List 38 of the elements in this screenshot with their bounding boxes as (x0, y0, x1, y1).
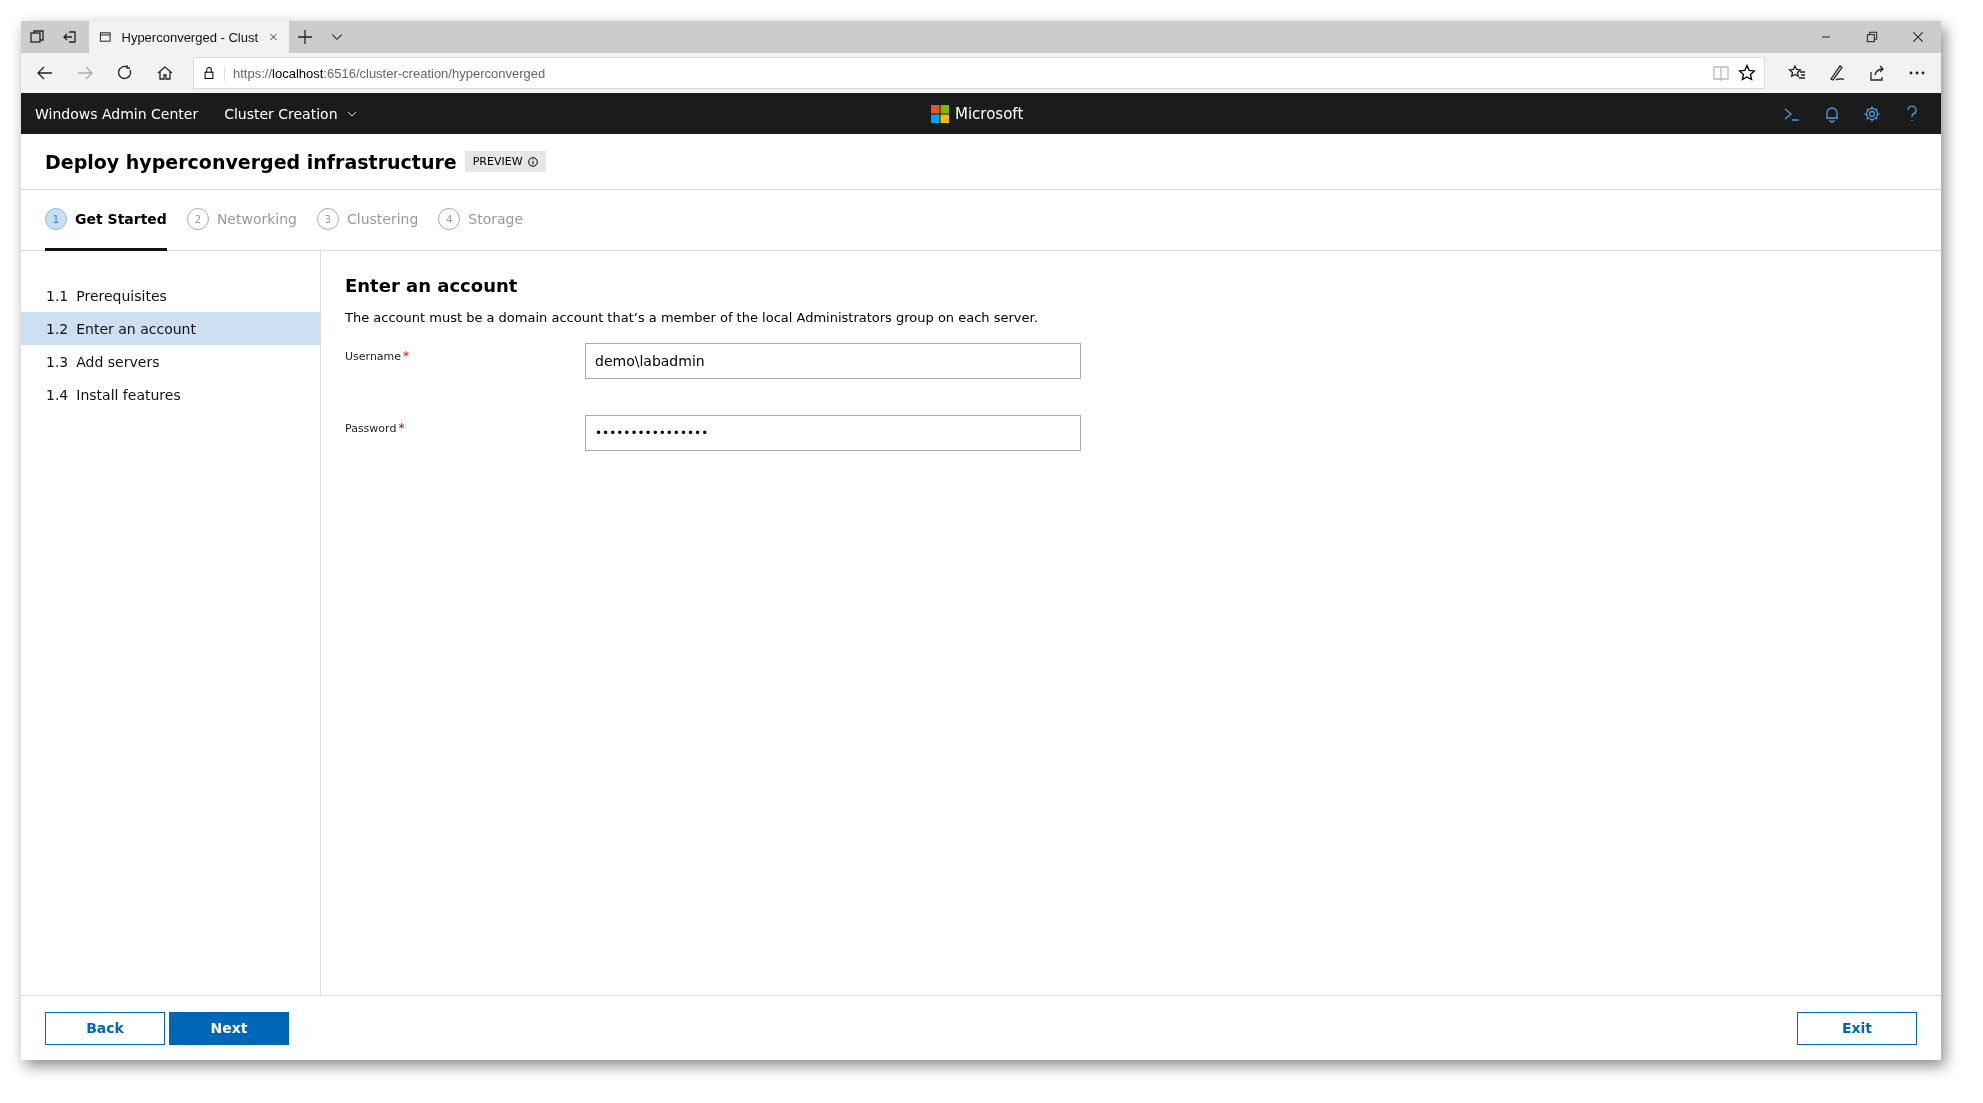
address-bar[interactable]: https://localhost:6516/cluster-creation/hyperconverged (193, 57, 1765, 89)
username-field[interactable]: demo\labadmin (585, 343, 1081, 379)
lock-icon[interactable] (202, 66, 216, 80)
back-button[interactable]: Back (45, 1011, 165, 1045)
context-dropdown[interactable]: Cluster Creation (224, 105, 358, 122)
pen-icon[interactable] (1828, 64, 1846, 82)
sidebar-item[interactable]: 1.3 Add servers (21, 345, 320, 378)
field-label: Password * (345, 420, 406, 437)
home-icon[interactable] (156, 64, 174, 82)
product-name[interactable]: Windows Admin Center (35, 105, 199, 122)
sidebar-item[interactable]: 1.2 Enter an account (21, 312, 320, 345)
bell-icon[interactable] (1823, 104, 1841, 123)
tabs-aside-icon[interactable] (28, 28, 46, 46)
add-icon[interactable] (296, 28, 314, 46)
sidebar-item[interactable]: 1.4 Install features (21, 378, 320, 411)
description-text: The account must be a domain account that’s a member of the local Administrators group on each server. (345, 310, 1039, 325)
section-heading: Enter an account (345, 275, 519, 296)
next-button[interactable]: Next (169, 1011, 289, 1045)
sidebar-item[interactable]: 1.1 Prerequisites (21, 279, 320, 312)
page-icon[interactable] (99, 29, 112, 45)
settings-icon[interactable] (1863, 104, 1881, 123)
info-icon (527, 156, 538, 167)
logo-icon (931, 104, 949, 123)
favorites-icon[interactable] (1788, 64, 1806, 82)
share-icon[interactable] (1868, 64, 1886, 82)
step-tab[interactable]: 1 Get Started (45, 190, 167, 251)
field-label: Username * (345, 348, 411, 365)
restore-icon[interactable] (1865, 30, 1879, 44)
back-arrow-icon[interactable] (36, 64, 54, 82)
exit-button[interactable]: Exit (1797, 1011, 1917, 1045)
brand-name: Microsoft (955, 104, 1024, 123)
page-title: Deploy hyperconverged infrastructure (45, 150, 457, 173)
star-icon[interactable] (1738, 64, 1756, 82)
preview-badge[interactable]: PREVIEW (464, 151, 546, 172)
browser-tab[interactable]: Hyperconverged - Clust (89, 21, 289, 53)
close-icon[interactable] (1911, 30, 1925, 44)
refresh-icon[interactable] (116, 64, 134, 82)
password-field[interactable]: •••••••••••••••• (585, 415, 1081, 451)
